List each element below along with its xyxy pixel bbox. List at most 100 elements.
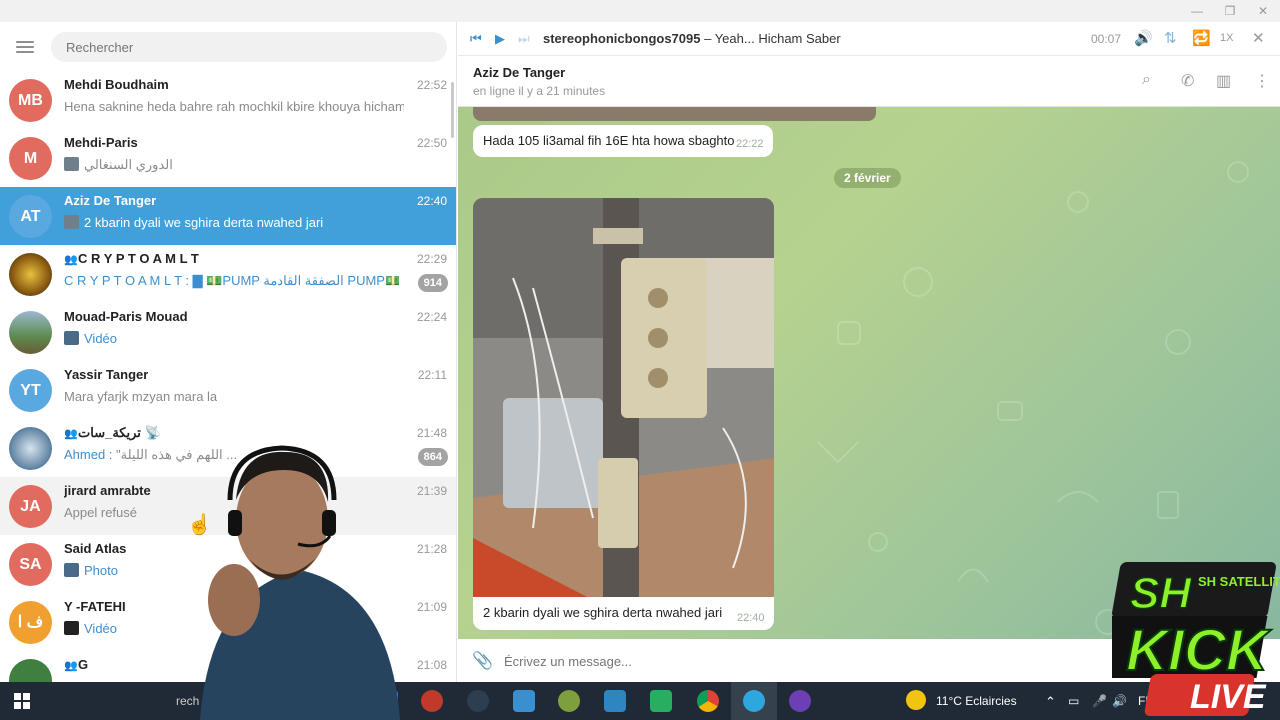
group-icon: 👥: [64, 254, 78, 266]
chat-preview: الدوري السنغالي: [64, 157, 173, 173]
avatar: [9, 659, 52, 682]
app-icon[interactable]: [650, 690, 672, 712]
chat-time: 21:09: [416, 600, 447, 614]
message-bubble[interactable]: Hada 105 li3amal fih 16E hta howa sbaght…: [473, 125, 773, 157]
avatar: AT: [9, 195, 52, 238]
phone-icon[interactable]: ✆: [1181, 71, 1194, 91]
chat-name: 👥C R Y P T O A M L T: [64, 251, 199, 266]
taskbar-active-app[interactable]: [731, 682, 777, 720]
chat-item[interactable]: Mouad-Paris Mouad 22:24 Vidéo: [0, 303, 456, 361]
chat-name: 👥تريكة_سات 📡: [64, 425, 161, 440]
message-time: 22:40: [737, 612, 765, 624]
chevron-up-icon[interactable]: ⌃: [1045, 694, 1056, 710]
chrome-icon[interactable]: [697, 690, 719, 712]
repeat-icon[interactable]: 🔁: [1192, 29, 1211, 47]
attach-icon[interactable]: 📎: [472, 651, 493, 671]
chat-name: Yassir Tanger: [64, 367, 149, 382]
app-icon[interactable]: [513, 690, 535, 712]
windows-start-icon[interactable]: [14, 693, 30, 709]
avatar: [9, 253, 52, 296]
minimize-button[interactable]: —: [1182, 3, 1212, 19]
unread-badge: 864: [417, 448, 448, 466]
logo-live-text: LIVE: [1190, 678, 1267, 716]
network-icon[interactable]: ▭: [1068, 694, 1079, 708]
previous-track-icon[interactable]: ⏮: [470, 31, 482, 47]
chat-time: 21:08: [416, 658, 447, 672]
order-icon[interactable]: ⇅: [1164, 29, 1177, 47]
app-icon[interactable]: [789, 690, 811, 712]
chat-time: 22:50: [416, 136, 447, 150]
avatar: SA: [9, 543, 52, 586]
close-window-button[interactable]: ✕: [1248, 3, 1278, 19]
video-thumbnail-icon: [64, 331, 79, 345]
more-options-icon[interactable]: ⋮: [1254, 71, 1270, 91]
chat-time: 22:29: [416, 252, 447, 266]
logo-kick-text: KICK: [1126, 618, 1272, 683]
logo-sh-text: SH: [1130, 569, 1192, 618]
microphone-icon[interactable]: 🎤: [1092, 694, 1107, 708]
menu-icon[interactable]: [16, 41, 34, 53]
avatar: YT: [9, 369, 52, 412]
conversation-status: en ligne il y a 21 minutes: [473, 84, 606, 98]
chat-preview: 2 kbarin dyali we sghira derta nwahed ja…: [64, 215, 323, 230]
window-titlebar: — ❐ ✕: [0, 0, 1280, 22]
message-time: 22:22: [736, 138, 764, 150]
chat-name: Said Atlas: [64, 541, 127, 556]
avatar: MB: [9, 79, 52, 122]
photo-caption-bubble: 2 kbarin dyali we sghira derta nwahed ja…: [473, 597, 774, 630]
logo-top-text: SH SATELLITE: [1198, 574, 1280, 589]
chat-preview: C R Y P T O A M L T : ▇ 💵PUMP الصفقة الق…: [64, 273, 399, 288]
sidebar-toggle-icon[interactable]: ▥: [1216, 71, 1231, 91]
next-track-icon[interactable]: ⏭: [518, 31, 530, 47]
telegram-icon[interactable]: [743, 690, 765, 712]
chat-item[interactable]: M Mehdi-Paris 22:50 الدوري السنغالي: [0, 129, 456, 187]
group-icon: 👥: [64, 660, 78, 672]
track-time: 00:07: [1091, 32, 1122, 46]
app-icon[interactable]: [421, 690, 443, 712]
speed-button[interactable]: 1X: [1220, 32, 1233, 44]
message-input[interactable]: [504, 650, 1104, 672]
chat-time: 22:11: [417, 368, 447, 382]
channel-logo: SH SH SATELLITE KICK LIVE: [1112, 562, 1280, 716]
chat-name: Aziz De Tanger: [64, 193, 157, 208]
chat-time: 21:28: [416, 542, 447, 556]
volume-icon[interactable]: 🔊: [1134, 29, 1153, 47]
chat-item[interactable]: 👥C R Y P T O A M L T 22:29 C R Y P T O A…: [0, 245, 456, 303]
windows-taskbar: rech 11°C Eclaircies ⌃ ▭ 🎤 🔊 FRA: [0, 682, 1280, 720]
previous-photo-fragment: [473, 107, 876, 121]
avatar: [9, 311, 52, 354]
conversation-name[interactable]: Aziz De Tanger: [473, 65, 565, 80]
image-thumbnail-icon: [64, 157, 79, 171]
search-input[interactable]: [51, 32, 447, 62]
track-title: stereophonicbongos7095 – Yeah... Hicham …: [543, 31, 841, 46]
unread-badge: 914: [417, 274, 448, 292]
chat-name: Y -FATEHI: [64, 599, 126, 614]
webcam-overlay: [200, 445, 400, 720]
message-photo[interactable]: [473, 198, 774, 600]
weather-icon: [906, 690, 926, 710]
play-icon[interactable]: ▶: [495, 31, 505, 47]
date-separator: 2 février: [834, 168, 901, 188]
app-icon[interactable]: [467, 690, 489, 712]
chat-item[interactable]: YT Yassir Tanger 22:11 Mara yfarjk mzyan…: [0, 361, 456, 419]
taskbar-search-fragment[interactable]: rech: [176, 694, 199, 708]
chat-item-active[interactable]: AT Aziz De Tanger 22:40 2 kbarin dyali w…: [0, 187, 456, 245]
search-icon[interactable]: ⌕: [1142, 71, 1151, 89]
app-icon[interactable]: [558, 690, 580, 712]
chat-time: 22:24: [416, 310, 447, 324]
image-thumbnail-icon: [64, 215, 79, 229]
calculator-icon[interactable]: [604, 690, 626, 712]
weather-text[interactable]: 11°C Eclaircies: [936, 694, 1017, 708]
avatar: ف ا: [9, 601, 52, 644]
chat-preview: Photo: [64, 563, 118, 578]
chat-name: Mehdi Boudhaim: [64, 77, 169, 92]
audio-player-bar: ⏮ ▶ ⏭ stereophonicbongos7095 – Yeah... H…: [458, 22, 1280, 56]
chat-preview: Vidéo: [64, 621, 117, 636]
chat-item[interactable]: MB Mehdi Boudhaim 22:52 Hena saknine hed…: [0, 71, 456, 129]
close-player-icon[interactable]: ✕: [1252, 29, 1265, 47]
photo-thumbnail-icon: [64, 563, 79, 577]
avatar: JA: [9, 485, 52, 528]
maximize-button[interactable]: ❐: [1215, 3, 1245, 19]
chat-name: Mouad-Paris Mouad: [64, 309, 188, 324]
group-icon: 👥: [64, 428, 78, 440]
